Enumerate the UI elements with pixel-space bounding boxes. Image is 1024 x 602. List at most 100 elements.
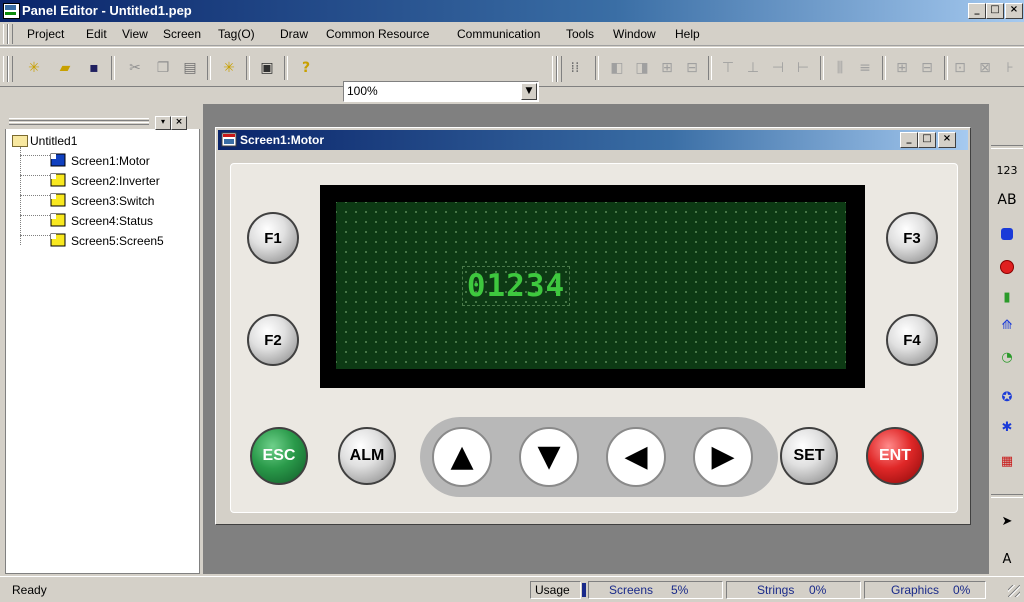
zoom-combobox[interactable]: 100% ▼ bbox=[343, 81, 539, 102]
indicator-object-icon[interactable] bbox=[989, 260, 1024, 278]
down-arrow-key[interactable]: ▼ bbox=[519, 427, 579, 487]
text-tool-icon[interactable]: A bbox=[989, 552, 1024, 567]
f2-key[interactable]: F2 bbox=[247, 314, 299, 366]
screen-maximize-button[interactable]: □ bbox=[918, 132, 936, 148]
new-screen-icon[interactable]: ✳ bbox=[219, 58, 239, 78]
toolbar-separator bbox=[882, 56, 886, 80]
bar-graph-icon[interactable]: ▮ bbox=[989, 290, 1024, 305]
align-right-icon[interactable]: ⊢ bbox=[793, 58, 813, 78]
distribute-v-icon[interactable]: ≡ bbox=[855, 58, 875, 78]
same-width-icon[interactable]: ⊞ bbox=[892, 58, 912, 78]
menu-project[interactable]: Project bbox=[27, 27, 64, 41]
numeric-display-object[interactable]: 01234 bbox=[462, 266, 570, 306]
text-object-icon[interactable]: AB bbox=[989, 192, 1024, 208]
tree-root[interactable]: Untitled1 bbox=[30, 134, 77, 148]
download-icon[interactable]: ▣ bbox=[257, 58, 277, 78]
select-pointer-icon[interactable]: ➤ bbox=[989, 514, 1024, 529]
tree-branch bbox=[20, 175, 50, 176]
tree-close-button[interactable]: × bbox=[171, 116, 187, 130]
tree-item-screen3[interactable]: Screen3:Switch bbox=[71, 194, 154, 208]
trend-graph-icon[interactable]: ⟰ bbox=[989, 318, 1024, 333]
tree-item-screen1[interactable]: Screen1:Motor bbox=[71, 154, 150, 168]
tree-branch bbox=[20, 235, 50, 236]
same-size-icon[interactable]: ⊡ bbox=[950, 58, 970, 78]
group-icon[interactable]: ⊞ bbox=[657, 58, 677, 78]
chevron-down-icon[interactable]: ▼ bbox=[521, 83, 537, 100]
tree-item-screen5[interactable]: Screen5:Screen5 bbox=[71, 234, 164, 248]
menu-draw[interactable]: Draw bbox=[280, 27, 308, 41]
app-title-bar[interactable]: Panel Editor - Untitled1.pep _ □ × bbox=[0, 0, 1024, 22]
f1-key[interactable]: F1 bbox=[247, 212, 299, 264]
set-key[interactable]: SET bbox=[780, 427, 838, 485]
tree-branch bbox=[20, 215, 50, 216]
menu-view[interactable]: View bbox=[122, 27, 148, 41]
align-bottom-icon[interactable]: ⊥ bbox=[743, 58, 763, 78]
menu-bar: Project Edit View Screen Tag(O) Draw Com… bbox=[0, 22, 1024, 46]
menu-tag[interactable]: Tag(O) bbox=[218, 27, 255, 41]
bring-front-icon[interactable]: ◧ bbox=[607, 58, 627, 78]
left-arrow-key[interactable]: ◀ bbox=[606, 427, 666, 487]
lamp-object-icon[interactable] bbox=[989, 228, 1024, 244]
numeric-object-icon[interactable]: 123 bbox=[989, 164, 1024, 177]
up-arrow-key[interactable]: ▲ bbox=[432, 427, 492, 487]
menu-common-resource[interactable]: Common Resource bbox=[326, 27, 429, 41]
menu-help[interactable]: Help bbox=[675, 27, 700, 41]
zoom-value: 100% bbox=[347, 84, 378, 98]
screens-label: Screens bbox=[609, 583, 654, 597]
screen-window-title-bar[interactable]: Screen1:Motor _ □ × bbox=[218, 130, 968, 150]
screen-icon bbox=[50, 213, 66, 227]
open-folder-icon[interactable]: ▰ bbox=[55, 58, 75, 78]
tree-pin-button[interactable]: ▾ bbox=[155, 116, 171, 130]
copy-icon[interactable]: ❐ bbox=[153, 58, 173, 78]
screen-minimize-button[interactable]: _ bbox=[900, 132, 918, 148]
ent-key[interactable]: ENT bbox=[866, 427, 924, 485]
tree-item-screen4[interactable]: Screen4:Status bbox=[71, 214, 153, 228]
menu-communication[interactable]: Communication bbox=[457, 27, 540, 41]
alarm-object-icon[interactable]: ✪ bbox=[989, 390, 1024, 405]
maximize-button[interactable]: □ bbox=[986, 3, 1004, 19]
screen-icon bbox=[50, 233, 66, 247]
right-arrow-key[interactable]: ▶ bbox=[693, 427, 753, 487]
fan-object-icon[interactable]: ✱ bbox=[989, 420, 1024, 435]
save-icon[interactable]: ▪ bbox=[84, 58, 104, 78]
menu-tools[interactable]: Tools bbox=[566, 27, 594, 41]
f4-key[interactable]: F4 bbox=[886, 314, 938, 366]
same-height-icon[interactable]: ⊟ bbox=[917, 58, 937, 78]
distribute-h-icon[interactable]: ⫼ bbox=[830, 58, 850, 78]
screen-close-button[interactable]: × bbox=[938, 132, 956, 148]
new-project-icon[interactable]: ✳ bbox=[24, 58, 44, 78]
grid-icon[interactable]: ⁞⁞ bbox=[565, 58, 585, 78]
screens-usage: Screens 5% bbox=[588, 581, 723, 599]
status-ready: Ready bbox=[12, 583, 47, 597]
close-button[interactable]: × bbox=[1005, 3, 1023, 19]
paste-icon[interactable]: ▤ bbox=[180, 58, 200, 78]
strings-value: 0% bbox=[809, 583, 827, 597]
screen-window-title: Screen1:Motor bbox=[240, 133, 325, 147]
menu-window[interactable]: Window bbox=[613, 27, 656, 41]
app-title: Panel Editor - Untitled1.pep bbox=[22, 3, 192, 18]
send-back-icon[interactable]: ◨ bbox=[632, 58, 652, 78]
pie-graph-icon[interactable]: ◔ bbox=[989, 350, 1024, 365]
f3-key[interactable]: F3 bbox=[886, 212, 938, 264]
usage-label: Usage bbox=[530, 581, 581, 599]
tree-panel-header: ▾ × bbox=[5, 115, 200, 130]
more-tools-icon[interactable]: ⊦ bbox=[1000, 58, 1020, 78]
align-top-icon[interactable]: ⊤ bbox=[718, 58, 738, 78]
strings-usage: Strings 0% bbox=[726, 581, 861, 599]
menu-edit[interactable]: Edit bbox=[86, 27, 107, 41]
toolbar-grip[interactable] bbox=[991, 145, 1023, 149]
resize-grip[interactable] bbox=[1008, 585, 1020, 597]
lcd-display[interactable] bbox=[336, 202, 846, 369]
esc-key[interactable]: ESC bbox=[250, 427, 308, 485]
ungroup-icon[interactable]: ⊟ bbox=[682, 58, 702, 78]
minimize-button[interactable]: _ bbox=[968, 3, 986, 19]
menu-screen[interactable]: Screen bbox=[163, 27, 201, 41]
recipe-object-icon[interactable]: ▦ bbox=[989, 454, 1024, 469]
tree-item-screen2[interactable]: Screen2:Inverter bbox=[71, 174, 160, 188]
center-icon[interactable]: ⊠ bbox=[975, 58, 995, 78]
graphics-value: 0% bbox=[953, 583, 971, 597]
alm-key[interactable]: ALM bbox=[338, 427, 396, 485]
cut-icon[interactable]: ✂ bbox=[125, 58, 145, 78]
help-icon[interactable]: ? bbox=[296, 58, 316, 78]
align-left-icon[interactable]: ⊣ bbox=[768, 58, 788, 78]
